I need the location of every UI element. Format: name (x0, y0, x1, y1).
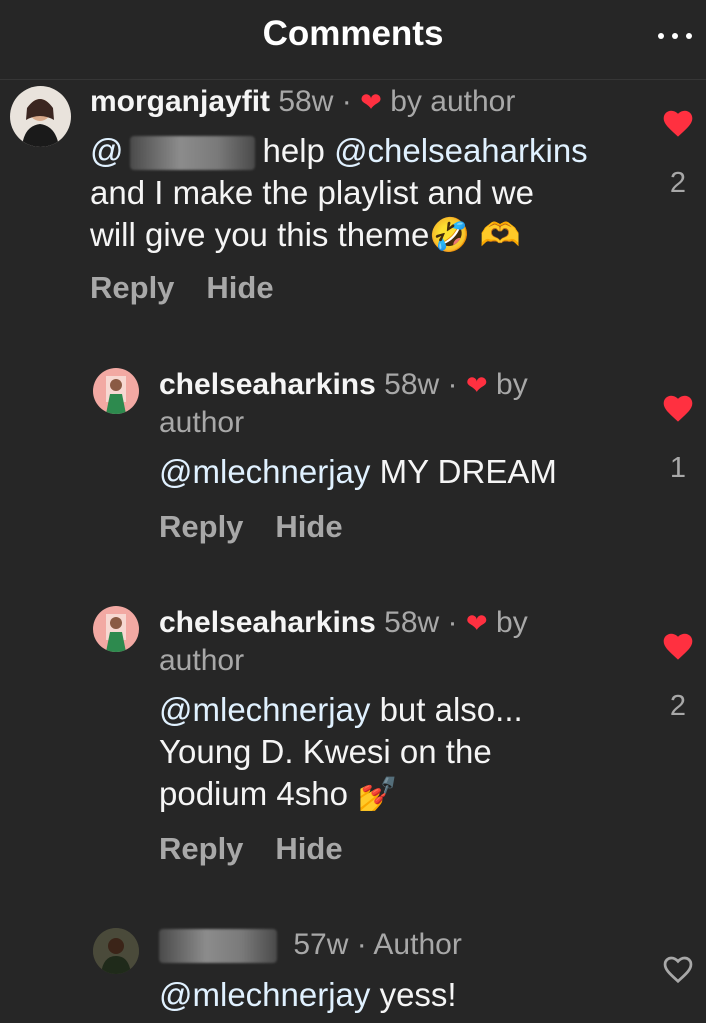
reply-button[interactable]: Reply (159, 831, 243, 866)
heart-filled-icon[interactable] (661, 108, 695, 138)
avatar[interactable] (93, 606, 139, 652)
avatar[interactable] (93, 368, 139, 414)
mention[interactable]: @ (90, 132, 124, 169)
author-badge: by author (390, 85, 516, 118)
author-badge: author (159, 644, 245, 677)
comment-body: @mlechnerjay yess! (159, 976, 457, 1013)
author-badge: author (159, 406, 245, 439)
mention[interactable]: @mlechnerjay (159, 976, 370, 1013)
author-badge: by (496, 368, 528, 401)
timestamp: 58w (384, 606, 440, 639)
comment-meta: 57w · Author (159, 926, 462, 964)
reply-button[interactable]: Reply (159, 509, 243, 544)
hide-button[interactable]: Hide (275, 509, 342, 544)
separator: · (447, 368, 458, 401)
like-column: 2 (653, 631, 703, 723)
heart-icon: ❤ (360, 87, 382, 117)
separator: · (447, 606, 458, 639)
page-title: Comments (262, 14, 444, 53)
reply-button[interactable]: Reply (90, 270, 174, 305)
mention[interactable]: @chelseaharkins (334, 132, 588, 169)
emoji: 💅 (357, 775, 399, 812)
separator: · (356, 928, 367, 961)
comment-actions: Reply Hide (90, 270, 306, 306)
username[interactable]: morganjayfit (90, 85, 270, 118)
avatar[interactable] (93, 928, 139, 974)
timestamp: 57w (293, 928, 349, 961)
mention[interactable]: @mlechnerjay (159, 453, 370, 490)
like-count: 1 (669, 452, 687, 484)
heart-icon: ❤ (465, 370, 488, 400)
like-count: 2 (669, 690, 687, 722)
redacted-username (159, 929, 277, 964)
hide-button[interactable]: Hide (206, 270, 273, 305)
like-column (653, 954, 703, 989)
heart-icon: ❤ (465, 608, 488, 638)
username[interactable]: chelseaharkins (159, 606, 376, 639)
comment-actions: Reply Hide (159, 831, 375, 867)
heart-filled-icon[interactable] (661, 393, 695, 423)
hide-button[interactable]: Hide (275, 831, 342, 866)
redacted-username (129, 136, 255, 171)
comment-body: @mlechnerjay but also... Young D. Kwesi … (159, 691, 523, 812)
like-count: 2 (669, 167, 687, 199)
comment-meta: morganjayfit 58w · ❤ by author (90, 83, 515, 121)
mention[interactable]: @mlechnerjay (159, 691, 370, 728)
like-column: 1 (653, 393, 703, 485)
comment-body: @ help @chelseaharkins and I make the pla… (90, 132, 588, 253)
timestamp: 58w (384, 368, 440, 401)
comment-meta: chelseaharkins 58w · ❤ by author (159, 366, 599, 442)
comment-actions: Reply Hide (159, 509, 375, 545)
heart-outline-icon[interactable] (661, 954, 695, 984)
heart-filled-icon[interactable] (661, 631, 695, 661)
separator: · (341, 85, 352, 118)
like-column: 2 (653, 108, 703, 200)
comment-body: @mlechnerjay MY DREAM (159, 453, 557, 490)
comments-header: Comments (0, 0, 706, 80)
emoji: 🤣 🫶 (429, 216, 521, 253)
avatar[interactable] (10, 86, 71, 147)
more-horizontal-icon[interactable] (658, 30, 692, 42)
author-badge: by (496, 606, 528, 639)
comment-meta: chelseaharkins 58w · ❤ by author (159, 604, 599, 680)
username[interactable]: chelseaharkins (159, 368, 376, 401)
timestamp: 58w (278, 85, 334, 118)
author-badge: Author (373, 928, 462, 961)
